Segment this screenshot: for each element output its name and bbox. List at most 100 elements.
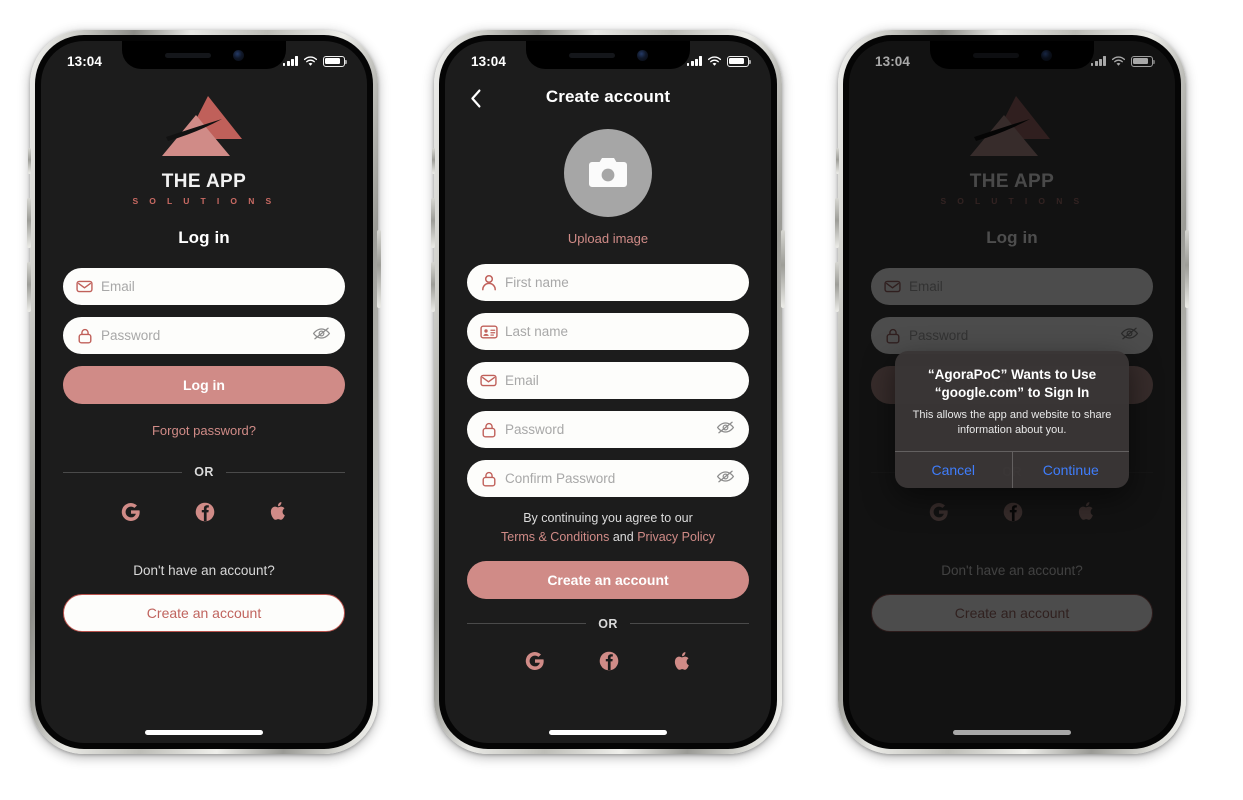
silent-switch[interactable] <box>836 148 839 174</box>
login-button[interactable]: Log in <box>63 366 345 404</box>
create-account-button[interactable]: Create an account <box>63 594 345 632</box>
wifi-icon <box>707 55 722 66</box>
power-button[interactable] <box>781 230 785 308</box>
wifi-icon <box>303 55 318 66</box>
volume-down-button[interactable] <box>27 262 31 312</box>
last-name-field[interactable]: Last name <box>467 313 749 350</box>
volume-down-button[interactable] <box>835 262 839 312</box>
phone-mockup-signin-dialog: 13:04 THE APP S O L U T I O N S Log in E… <box>835 30 1189 754</box>
home-indicator[interactable] <box>549 730 667 735</box>
cellular-bars-icon <box>282 56 298 66</box>
earpiece-speaker <box>568 52 615 58</box>
signin-permission-dialog: “AgoraPoC” Wants to Use “google.com” to … <box>895 351 1130 489</box>
phone-mockup-create-account: 13:04 Create account Upload image First … <box>431 30 785 754</box>
terms-conditions-link[interactable]: Terms & Conditions <box>501 530 609 544</box>
no-account-text: Don't have an account? <box>133 563 275 578</box>
password-placeholder: Password <box>101 328 161 343</box>
battery-icon <box>727 55 752 67</box>
front-camera <box>636 49 648 61</box>
confirm-password-field[interactable]: Confirm Password <box>467 460 749 497</box>
silent-switch[interactable] <box>28 148 31 174</box>
email-placeholder: Email <box>101 279 135 294</box>
phone2-content: Create account Upload image First name L… <box>445 41 771 743</box>
toggle-confirm-password-visibility-icon[interactable] <box>716 469 735 489</box>
lock-icon <box>479 471 498 487</box>
avatar[interactable] <box>564 129 652 217</box>
divider-line-right <box>629 623 749 625</box>
screenshot-canvas: 13:04 THE APP S O L U T I O N S Log in E… <box>0 0 1243 800</box>
volume-down-button[interactable] <box>431 262 435 312</box>
divider-line-right <box>225 471 345 473</box>
forgot-password-link[interactable]: Forgot password? <box>63 423 345 438</box>
social-login-row <box>467 651 749 677</box>
email-field[interactable]: Email <box>63 268 345 305</box>
silent-switch[interactable] <box>432 148 435 174</box>
email-placeholder: Email <box>505 373 539 388</box>
or-divider: OR <box>63 465 345 479</box>
phone-mockup-login: 13:04 THE APP S O L U T I O N S Log in E… <box>27 30 381 754</box>
avatar-uploader[interactable]: Upload image <box>467 129 749 246</box>
logo-title: THE APP <box>161 171 247 192</box>
apple-icon[interactable] <box>269 501 288 527</box>
lock-icon <box>479 422 498 438</box>
phone2-screen: 13:04 Create account Upload image First … <box>445 41 771 743</box>
phone-bezel: 13:04 <box>439 35 777 749</box>
contact-card-icon <box>479 325 498 339</box>
status-time: 13:04 <box>471 53 507 69</box>
lock-icon <box>75 328 94 344</box>
envelope-icon <box>75 280 94 293</box>
phone1-content: THE APP S O L U T I O N S Log in Email P… <box>41 41 367 743</box>
page-title: Log in <box>178 228 230 247</box>
triangle-logo-icon <box>162 96 242 156</box>
toggle-password-visibility-icon[interactable] <box>312 326 331 346</box>
facebook-icon[interactable] <box>195 502 215 527</box>
volume-up-button[interactable] <box>27 198 31 248</box>
phone1-screen: 13:04 THE APP S O L U T I O N S Log in E… <box>41 41 367 743</box>
or-label: OR <box>194 465 214 479</box>
dialog-continue-button[interactable]: Continue <box>1011 452 1130 489</box>
password-field[interactable]: Password <box>63 317 345 354</box>
dialog-cancel-button[interactable]: Cancel <box>895 452 1012 488</box>
upload-image-link[interactable]: Upload image <box>467 231 749 246</box>
last-name-placeholder: Last name <box>505 324 569 339</box>
login-form: Email Password Log in Forgot <box>63 268 345 438</box>
terms-text: By continuing you agree to our Terms & C… <box>467 509 749 548</box>
phone-bezel: 13:04 <box>843 35 1181 749</box>
person-icon <box>479 274 498 291</box>
earpiece-speaker <box>164 52 211 58</box>
privacy-policy-link[interactable]: Privacy Policy <box>637 530 715 544</box>
password-field[interactable]: Password <box>467 411 749 448</box>
dialog-body: “AgoraPoC” Wants to Use “google.com” to … <box>895 351 1129 451</box>
header-title: Create account <box>545 87 671 106</box>
notch <box>122 41 286 69</box>
logo-tagline: S O L U T I O N S <box>132 196 276 206</box>
power-button[interactable] <box>377 230 381 308</box>
password-placeholder: Password <box>505 422 565 437</box>
apple-icon[interactable] <box>673 651 692 677</box>
google-icon[interactable] <box>121 502 141 527</box>
terms-and-word: and <box>612 530 634 545</box>
power-button[interactable] <box>1185 230 1189 308</box>
or-label: OR <box>598 616 618 631</box>
front-camera <box>232 49 244 61</box>
facebook-icon[interactable] <box>599 651 619 676</box>
volume-up-button[interactable] <box>835 198 839 248</box>
confirm-password-placeholder: Confirm Password <box>505 471 616 486</box>
status-icons <box>282 55 348 67</box>
dialog-message: This allows the app and website to share… <box>912 409 1112 437</box>
dialog-actions: Cancel Continue <box>895 451 1130 489</box>
first-name-field[interactable]: First name <box>467 264 749 301</box>
volume-up-button[interactable] <box>431 198 435 248</box>
brand-logo: THE APP S O L U T I O N S <box>63 93 345 206</box>
email-field[interactable]: Email <box>467 362 749 399</box>
dialog-title-line1: “AgoraPoC” Wants to Use <box>927 367 1097 382</box>
first-name-placeholder: First name <box>505 275 569 290</box>
divider-line-left <box>467 623 587 625</box>
social-login-row <box>63 501 345 527</box>
google-icon[interactable] <box>525 651 545 676</box>
toggle-password-visibility-icon[interactable] <box>716 420 735 440</box>
status-time: 13:04 <box>67 53 103 69</box>
home-indicator[interactable] <box>145 730 263 735</box>
terms-prefix: By continuing you agree to our <box>523 511 693 525</box>
create-account-button[interactable]: Create an account <box>467 560 749 599</box>
